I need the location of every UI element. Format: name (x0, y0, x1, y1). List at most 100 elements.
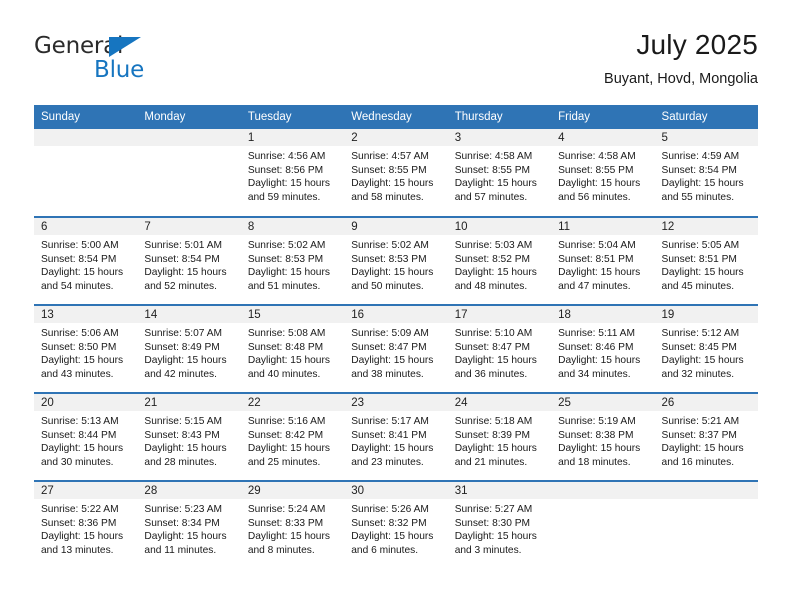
daylight-text-line1: Daylight: 15 hours (661, 443, 744, 455)
sunset-text: Sunset: 8:54 PM (41, 253, 117, 265)
daylight-text-line2: and 28 minutes. (144, 456, 217, 468)
sunset-text: Sunset: 8:38 PM (558, 429, 634, 441)
day-number: 9 (344, 218, 448, 235)
day-number: 13 (34, 306, 138, 323)
daylight-text-line2: and 48 minutes. (454, 280, 528, 292)
calendar-day-cell[interactable]: 8 Sunrise: 5:02 AM Sunset: 8:53 PM Daylight… (240, 216, 345, 305)
daylight-text-line2: and 16 minutes. (661, 456, 735, 468)
calendar-day-cell[interactable]: 23 Sunrise: 5:17 AM Sunset: 8:41 PM Dayligh… (344, 392, 448, 481)
sunset-text: Sunset: 8:34 PM (144, 517, 220, 529)
calendar-day-cell[interactable]: 25 Sunrise: 5:19 AM Sunset: 8:38 PM Dayligh… (551, 392, 655, 481)
daylight-text-line1: Daylight: 15 hours (351, 355, 434, 367)
sunset-text: Sunset: 8:42 PM (247, 429, 324, 441)
day-sun-info: Sunrise: 5:04 AM Sunset: 8:51 PM Daylight:… (551, 235, 654, 293)
day-number: 6 (34, 218, 138, 235)
sunset-text: Sunset: 8:47 PM (454, 341, 531, 353)
daylight-text-line2: and 30 minutes. (41, 456, 114, 468)
calendar-day-cell[interactable]: 19 Sunrise: 5:12 AM Sunset: 8:45 PM Dayligh… (654, 304, 758, 393)
calendar-day-cell[interactable]: 31 Sunrise: 5:27 AM Sunset: 8:30 PM Dayligh… (447, 480, 552, 569)
weekday-header-saturday: Saturday (654, 105, 758, 129)
generalblue-logo[interactable]: General Blue (34, 33, 214, 89)
day-sun-info: Sunrise: 5:07 AM Sunset: 8:49 PM Daylight:… (137, 323, 240, 381)
sunset-text: Sunset: 8:44 PM (41, 429, 117, 441)
day-sun-info: Sunrise: 5:19 AM Sunset: 8:38 PM Daylight:… (551, 411, 654, 469)
day-number: 19 (654, 306, 758, 323)
calendar-day-cell[interactable]: 20 Sunrise: 5:13 AM Sunset: 8:44 PM Dayligh… (34, 392, 138, 481)
daylight-text-line2: and 3 minutes. (454, 544, 522, 556)
day-sun-info: Sunrise: 5:17 AM Sunset: 8:41 PM Daylight:… (344, 411, 447, 469)
day-number: 3 (447, 129, 552, 146)
calendar-day-cell[interactable]: 10 Sunrise: 5:03 AM Sunset: 8:52 PM Dayligh… (447, 216, 552, 305)
daylight-text-line2: and 47 minutes. (558, 280, 631, 292)
day-number: 2 (344, 129, 448, 146)
sunrise-text: Sunrise: 5:12 AM (661, 328, 740, 339)
calendar-day-cell[interactable]: 28 Sunrise: 5:23 AM Sunset: 8:34 PM Dayligh… (137, 480, 241, 569)
calendar-day-cell[interactable]: 17 Sunrise: 5:10 AM Sunset: 8:47 PM Dayligh… (447, 304, 552, 393)
calendar-day-cell[interactable]: 22 Sunrise: 5:16 AM Sunset: 8:42 PM Dayligh… (240, 392, 345, 481)
daylight-text-line1: Daylight: 15 hours (661, 267, 744, 279)
calendar-day-cell[interactable]: 13 Sunrise: 5:06 AM Sunset: 8:50 PM Dayligh… (34, 304, 138, 393)
calendar-day-cell[interactable]: 9 Sunrise: 5:02 AM Sunset: 8:53 PM Daylight… (344, 216, 448, 305)
triangle-icon (109, 37, 141, 57)
daylight-text-line2: and 54 minutes. (41, 280, 114, 292)
calendar-day-cell[interactable]: 4 Sunrise: 4:58 AM Sunset: 8:55 PM Daylight… (551, 129, 655, 217)
sunset-text: Sunset: 8:47 PM (351, 341, 427, 353)
day-number: 31 (447, 482, 552, 499)
calendar-day-cell[interactable]: 29 Sunrise: 5:24 AM Sunset: 8:33 PM Dayligh… (240, 480, 345, 569)
daylight-text-line1: Daylight: 15 hours (558, 178, 641, 190)
day-number: 23 (344, 394, 448, 411)
sunrise-text: Sunrise: 5:02 AM (351, 240, 429, 251)
daylight-text-line2: and 59 minutes. (247, 191, 321, 203)
day-number: 21 (137, 394, 241, 411)
calendar-day-cell[interactable]: 12 Sunrise: 5:05 AM Sunset: 8:51 PM Dayligh… (654, 216, 758, 305)
calendar-day-cell[interactable]: 26 Sunrise: 5:21 AM Sunset: 8:37 PM Dayligh… (654, 392, 758, 481)
calendar-day-cell[interactable]: 6 Sunrise: 5:00 AM Sunset: 8:54 PM Daylight… (34, 216, 138, 305)
calendar-day-cell[interactable]: 30 Sunrise: 5:26 AM Sunset: 8:32 PM Dayligh… (344, 480, 448, 569)
daylight-text-line2: and 43 minutes. (41, 368, 114, 380)
daylight-text-line2: and 36 minutes. (454, 368, 528, 380)
day-number: 5 (654, 129, 758, 146)
day-sun-info: Sunrise: 4:59 AM Sunset: 8:54 PM Daylight:… (655, 146, 758, 204)
day-number: 24 (447, 394, 552, 411)
daylight-text-line1: Daylight: 15 hours (351, 531, 434, 543)
sunrise-text: Sunrise: 5:08 AM (247, 328, 326, 339)
calendar-week-row: 27 Sunrise: 5:22 AM Sunset: 8:36 PM Dayligh… (34, 480, 758, 569)
daylight-text-line1: Daylight: 15 hours (41, 267, 124, 279)
calendar-day-cell[interactable]: 2 Sunrise: 4:57 AM Sunset: 8:55 PM Daylight… (344, 129, 448, 217)
daylight-text-line1: Daylight: 15 hours (558, 355, 641, 367)
calendar-day-cell[interactable]: 15 Sunrise: 5:08 AM Sunset: 8:48 PM Dayligh… (240, 304, 345, 393)
sunrise-text: Sunrise: 5:21 AM (661, 416, 740, 427)
calendar-day-cell[interactable]: 27 Sunrise: 5:22 AM Sunset: 8:36 PM Dayligh… (34, 480, 138, 569)
title-block: July 2025 Buyant, Hovd, Mongolia (604, 28, 758, 90)
calendar-day-cell[interactable]: 3 Sunrise: 4:58 AM Sunset: 8:55 PM Daylight… (447, 129, 552, 217)
day-sun-info: Sunrise: 5:27 AM Sunset: 8:30 PM Daylight:… (448, 499, 551, 557)
calendar-day-cell[interactable]: 14 Sunrise: 5:07 AM Sunset: 8:49 PM Dayligh… (137, 304, 241, 393)
day-number (654, 482, 758, 499)
day-sun-info: Sunrise: 5:12 AM Sunset: 8:45 PM Daylight:… (655, 323, 758, 381)
daylight-text-line2: and 52 minutes. (144, 280, 217, 292)
daylight-text-line2: and 23 minutes. (351, 456, 424, 468)
sunrise-text: Sunrise: 5:04 AM (558, 240, 636, 251)
calendar-day-cell[interactable]: 21 Sunrise: 5:15 AM Sunset: 8:43 PM Dayligh… (137, 392, 241, 481)
day-number: 12 (654, 218, 758, 235)
sunset-text: Sunset: 8:55 PM (351, 164, 427, 176)
sunrise-text: Sunrise: 5:07 AM (144, 328, 223, 339)
calendar-day-cell[interactable]: 24 Sunrise: 5:18 AM Sunset: 8:39 PM Dayligh… (447, 392, 552, 481)
day-number (34, 129, 138, 146)
day-number: 16 (344, 306, 448, 323)
calendar-table: Sunday Monday Tuesday Wednesday Thursday… (34, 105, 758, 569)
calendar-day-cell[interactable]: 5 Sunrise: 4:59 AM Sunset: 8:54 PM Daylight… (654, 129, 758, 217)
sunrise-text: Sunrise: 5:27 AM (454, 504, 533, 515)
sunset-text: Sunset: 8:41 PM (351, 429, 427, 441)
calendar-day-cell[interactable]: 11 Sunrise: 5:04 AM Sunset: 8:51 PM Dayligh… (551, 216, 655, 305)
logo-text-blue: Blue (94, 57, 145, 83)
calendar-day-cell[interactable]: 7 Sunrise: 5:01 AM Sunset: 8:54 PM Daylight… (137, 216, 241, 305)
day-number: 22 (240, 394, 345, 411)
sunrise-text: Sunrise: 5:10 AM (454, 328, 533, 339)
sunrise-text: Sunrise: 5:26 AM (351, 504, 429, 515)
calendar-week-row: 1 Sunrise: 4:56 AM Sunset: 8:56 PM Daylight… (34, 129, 758, 217)
day-number: 1 (240, 129, 345, 146)
calendar-day-cell[interactable]: 16 Sunrise: 5:09 AM Sunset: 8:47 PM Dayligh… (344, 304, 448, 393)
calendar-day-cell[interactable]: 1 Sunrise: 4:56 AM Sunset: 8:56 PM Daylight… (240, 129, 345, 217)
calendar-day-cell[interactable]: 18 Sunrise: 5:11 AM Sunset: 8:46 PM Dayligh… (551, 304, 655, 393)
